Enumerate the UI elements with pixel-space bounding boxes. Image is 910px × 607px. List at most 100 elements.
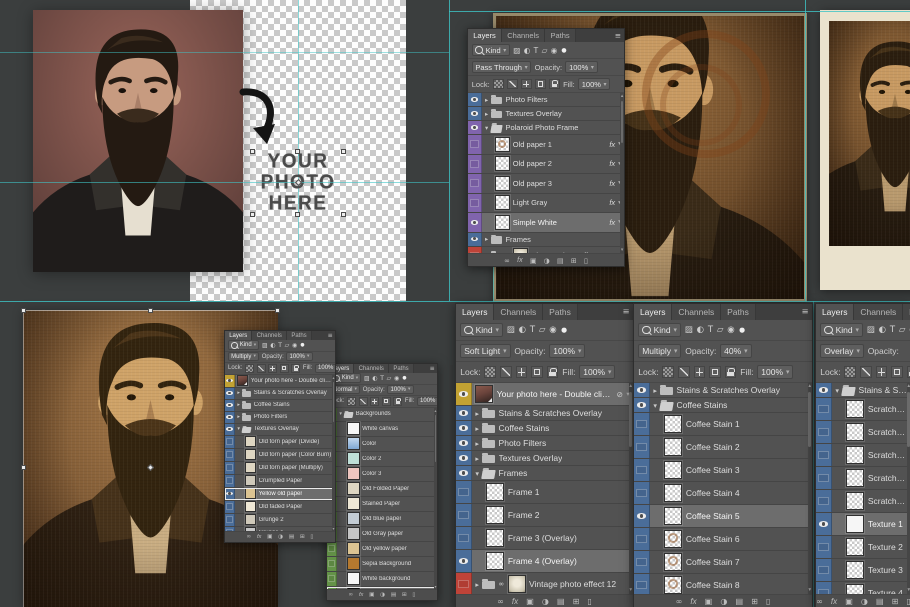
scrollbar[interactable]: ▴▾: [808, 383, 812, 594]
layer-row[interactable]: ▸Textures Overlay: [468, 107, 624, 121]
eye-hidden-box[interactable]: [470, 252, 479, 253]
layer-thumbnail[interactable]: [347, 557, 360, 570]
tab-paths[interactable]: Paths: [543, 304, 578, 320]
new-layer-icon[interactable]: ⊞: [751, 597, 758, 606]
filter-toggle-icon[interactable]: ●: [561, 47, 566, 54]
layer-row[interactable]: Coffee Stain 5: [634, 505, 812, 528]
scrollbar[interactable]: ▴▾: [620, 93, 624, 253]
eye-hidden-box[interactable]: [226, 438, 234, 445]
layer-visibility-well[interactable]: [468, 121, 482, 134]
adjustment-layers-icon[interactable]: ◐: [372, 375, 377, 382]
layer-row[interactable]: ▸Frames: [468, 233, 624, 247]
layer-group-icon[interactable]: ▤: [557, 597, 565, 606]
layer-thumbnail[interactable]: [347, 587, 360, 589]
lock-paint-icon[interactable]: [500, 366, 512, 378]
lock-paint-icon[interactable]: [860, 366, 872, 378]
pixel-layers-icon[interactable]: ▨: [262, 342, 268, 349]
chevron-right-icon[interactable]: ▸: [475, 424, 479, 433]
eye-icon[interactable]: [226, 427, 232, 431]
layer-effects-icon[interactable]: fx: [831, 597, 837, 606]
transform-handle[interactable]: [250, 212, 255, 217]
layer-thumbnail[interactable]: [245, 527, 256, 531]
layer-row[interactable]: ▾Textures Overlay: [225, 424, 335, 436]
layer-thumbnail[interactable]: [486, 529, 504, 547]
scrollbar[interactable]: ▴▾: [332, 375, 335, 532]
lock-move-icon[interactable]: [521, 79, 532, 90]
layer-row[interactable]: ▾Frames: [456, 466, 633, 481]
chevron-right-icon[interactable]: ▸: [475, 454, 479, 463]
layer-visibility-well[interactable]: [225, 412, 235, 423]
layer-thumbnail[interactable]: [664, 530, 682, 548]
layer-thumbnail[interactable]: [245, 449, 256, 460]
shape-layers-icon[interactable]: ▱: [542, 46, 548, 55]
adjustment-layers-icon[interactable]: ◐: [879, 325, 886, 335]
lock-artboard-icon[interactable]: [535, 79, 546, 90]
scroll-up-icon[interactable]: ▴: [808, 383, 811, 390]
layer-row[interactable]: ▸Textures Overlay: [456, 451, 633, 466]
layer-visibility-well[interactable]: [816, 582, 832, 594]
layer-visibility-well[interactable]: [225, 388, 235, 399]
layer-row[interactable]: Coffee Stain 3: [634, 459, 812, 482]
smart-object-thumbnail[interactable]: [237, 375, 248, 386]
tab-channels[interactable]: Channels: [672, 304, 721, 320]
layer-thumbnail[interactable]: [347, 512, 360, 525]
chevron-right-icon[interactable]: ▸: [237, 414, 240, 420]
layer-thumbnail[interactable]: [495, 176, 510, 191]
layer-row[interactable]: Black Background: [327, 587, 437, 590]
eye-icon[interactable]: [226, 391, 232, 395]
fill-value[interactable]: 100%▾: [757, 365, 793, 379]
eye-hidden-box[interactable]: [226, 477, 234, 484]
layer-visibility-well[interactable]: [456, 421, 472, 435]
smart-object-icon[interactable]: ◉: [292, 342, 297, 349]
type-layers-icon[interactable]: T: [530, 325, 535, 335]
eye-hidden-box[interactable]: [636, 443, 646, 452]
chevron-right-icon[interactable]: ▸: [475, 580, 479, 589]
kind-filter-select[interactable]: Kind▾: [472, 44, 510, 57]
layer-visibility-well[interactable]: [816, 421, 832, 443]
layer-effects-icon[interactable]: fx: [257, 534, 261, 540]
eye-hidden-box[interactable]: [226, 529, 234, 531]
layer-visibility-well[interactable]: [634, 574, 650, 594]
layer-row[interactable]: Color 3: [327, 467, 437, 482]
delete-layer-icon[interactable]: ▯: [412, 592, 415, 598]
eye-hidden-box[interactable]: [226, 516, 234, 523]
chevron-down-icon[interactable]: ▾: [653, 401, 657, 410]
layer-thumbnail[interactable]: [347, 467, 360, 480]
layer-thumbnail[interactable]: [245, 436, 256, 447]
shape-layers-icon[interactable]: ▱: [285, 342, 290, 349]
tab-paths[interactable]: Paths: [389, 364, 414, 373]
layer-visibility-well[interactable]: [456, 383, 472, 405]
kind-filter-select[interactable]: Kind▾: [460, 323, 503, 337]
layer-row[interactable]: Coffee Stain 6: [634, 528, 812, 551]
scroll-down-icon[interactable]: ▾: [808, 587, 811, 594]
lock-transparency-icon[interactable]: [662, 366, 674, 378]
layer-row[interactable]: Frame 1: [456, 481, 633, 504]
layer-row[interactable]: Coffee Stain 8: [634, 574, 812, 594]
lock-transparency-icon[interactable]: [484, 366, 496, 378]
tab-layers[interactable]: Layers: [468, 29, 502, 42]
layer-row[interactable]: ▸Photo Filters: [468, 93, 624, 107]
layer-visibility-well[interactable]: [634, 459, 650, 481]
layer-effects-label[interactable]: fx: [609, 218, 615, 227]
chevron-right-icon[interactable]: ▸: [485, 235, 488, 243]
eye-icon[interactable]: [459, 410, 468, 415]
panel-menu-icon[interactable]: ≡: [325, 332, 335, 339]
transform-handle[interactable]: [250, 149, 255, 154]
layer-row[interactable]: ▸∞Vintage photo effect 12: [456, 573, 633, 594]
blend-mode-select[interactable]: Soft Light▾: [460, 344, 510, 358]
layer-group-icon[interactable]: ▤: [391, 592, 396, 598]
layer-thumbnail[interactable]: [846, 538, 864, 556]
layer-visibility-well[interactable]: [468, 107, 482, 120]
chevron-down-icon[interactable]: ▾: [237, 426, 240, 432]
eye-hidden-box[interactable]: [636, 558, 646, 567]
layer-visibility-well[interactable]: [634, 551, 650, 573]
layer-row[interactable]: Coffee Stain 4: [634, 482, 812, 505]
layer-thumbnail[interactable]: [347, 422, 360, 435]
transform-handle[interactable]: [341, 212, 346, 217]
filter-toggle-icon[interactable]: ●: [739, 326, 745, 334]
layer-row[interactable]: ▸Coffee Stains: [456, 421, 633, 436]
layer-row[interactable]: ▾Coffee Stains: [634, 398, 812, 413]
layer-row[interactable]: Old torn paper (Color Burn): [225, 449, 335, 462]
kind-filter-select[interactable]: Kind▾: [820, 323, 863, 337]
layer-thumbnail[interactable]: [846, 446, 864, 464]
